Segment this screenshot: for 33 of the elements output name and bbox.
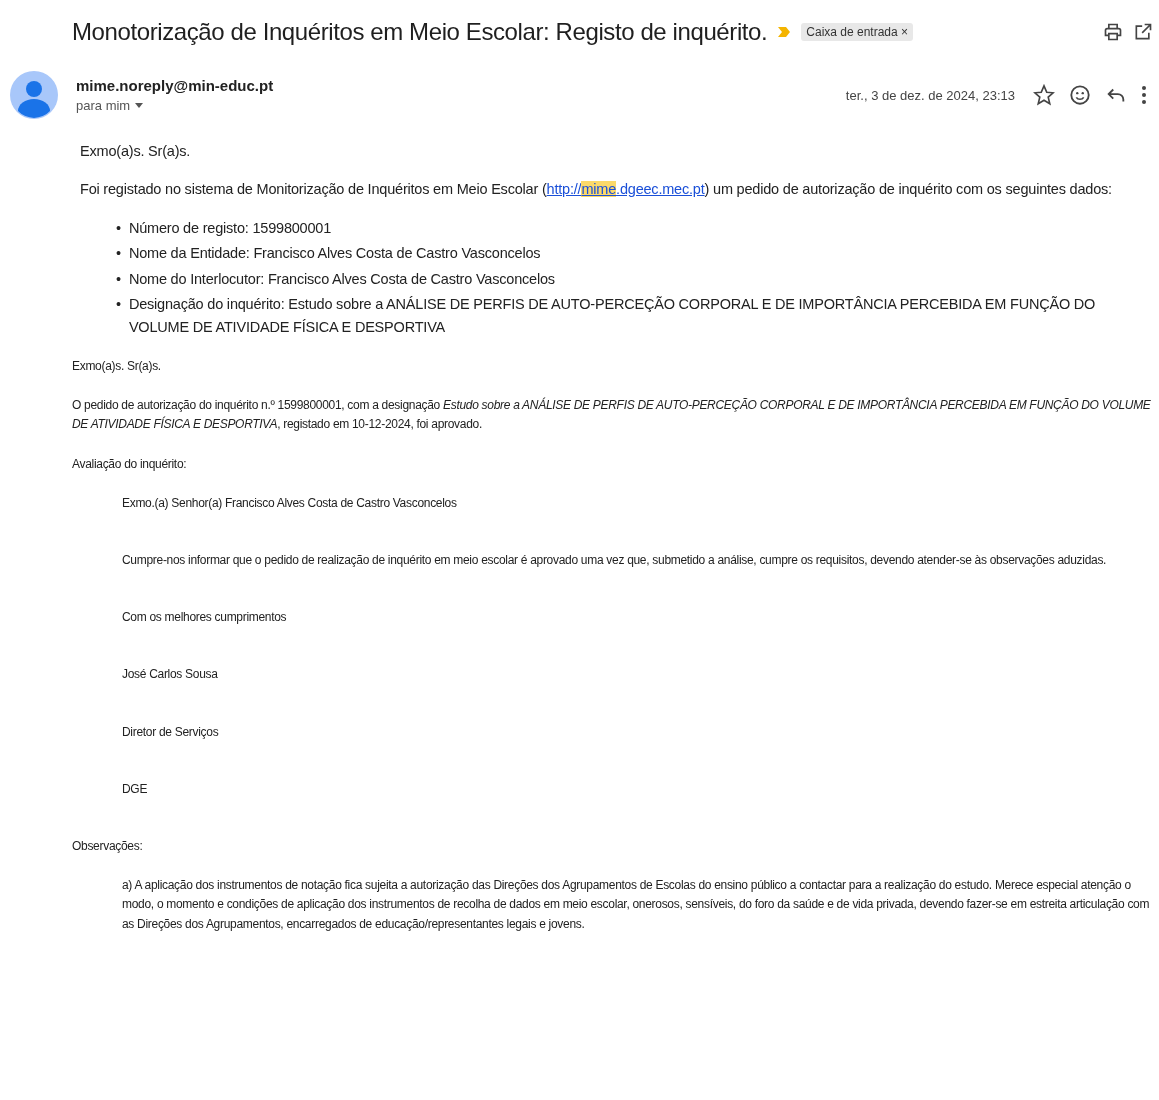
observations-heading: Observações: bbox=[72, 837, 144, 855]
open-in-new-window-icon[interactable] bbox=[1133, 22, 1153, 42]
bullet-mark: • bbox=[116, 219, 121, 239]
evaluation-heading: Avaliação do inquérito: bbox=[72, 455, 188, 473]
bullet-mark: • bbox=[116, 294, 121, 314]
evaluation-text: Com os melhores cumprimentos bbox=[121, 609, 288, 627]
print-icon[interactable] bbox=[1103, 22, 1123, 42]
avatar-icon bbox=[10, 71, 58, 119]
registration-detail: Designação do inquérito: Estudo sobre a ANÁLISE DE PERFIS DE AUTO-PERCEÇÃO CORPORAL E DE IMPORTÂNCIA PERCEBIDA EM FUNÇÃO DO VOLUME DE ATIVIDADE FÍSICA E DESPORTIVA bbox=[128, 294, 1097, 337]
registration-detail: Nome da Entidade: Francisco Alves Costa de Castro Vasconcelos bbox=[128, 244, 541, 264]
sender-email: mime.noreply@min-educ.pt bbox=[76, 77, 274, 94]
more-options-icon[interactable] bbox=[1141, 85, 1147, 105]
greeting-text: Exmo(a)s. Sr(a)s. bbox=[80, 142, 192, 161]
evaluation-text: Diretor de Serviços bbox=[121, 723, 220, 741]
registration-detail: Número de registo: 1599800001 bbox=[128, 219, 332, 239]
bullet-mark: • bbox=[116, 244, 121, 264]
greeting-text: Exmo(a)s. Sr(a)s. bbox=[72, 358, 162, 376]
email-subject: Monotorização de Inquéritos em Meio Escolar: Registo de inquérito. bbox=[72, 18, 768, 46]
emoji-icon[interactable] bbox=[1069, 84, 1091, 106]
email-date: ter., 3 de dez. de 2024, 23:13 bbox=[845, 87, 1015, 103]
bullet-mark: • bbox=[116, 269, 121, 289]
star-icon[interactable] bbox=[1033, 84, 1055, 106]
registration-detail: Nome do Interlocutor: Francisco Alves Costa de Castro Vasconcelos bbox=[128, 269, 555, 289]
importance-marker-icon[interactable] bbox=[777, 26, 792, 38]
observation-text: a) A aplicação dos instrumentos de notação fica sujeita a autorização das Direções dos Agrupamentos de Escolas do ensino público a contactar para a realização do estudo. Merece especial atenção o modo, o momento e condições de aplicação dos instrumentos de recolha de dados em meio escolar, onerosos, sensíveis, do foro da saúde e de vida privada, devendo fazer-se em estreita articulação com as Direções dos Agrupamentos, encarregados de educação/representantes legais e jovens. bbox=[121, 877, 1151, 933]
evaluation-text: José Carlos Sousa bbox=[121, 666, 219, 684]
evaluation-text: Exmo.(a) Senhor(a) Francisco Alves Costa de Castro Vasconcelos bbox=[121, 494, 458, 512]
inbox-label[interactable]: Caixa de entrada × bbox=[801, 23, 914, 41]
caret-icon bbox=[135, 102, 144, 109]
recipient-dropdown[interactable]: para mim bbox=[76, 98, 144, 113]
evaluation-text: DGE bbox=[121, 780, 149, 798]
approval-paragraph: O pedido de autorização do inquérito n.º 1599800001, com a designação Estudo sobre a ANÁLISE DE PERFIS DE AUTO-PERCEÇÃO CORPORAL E DE IMPORTÂNCIA PERCEBIDA EM FUNÇÃO DO VOLUME DE ATIVIDADE FÍSICA E DESPORTIVA, registado em 10-12-2024, foi aprovado. bbox=[72, 396, 1151, 434]
evaluation-text: Cumpre-nos informar que o pedido de realização de inquérito em meio escolar é aprovado uma vez que, submetido a análise, cumpre os requisitos, devendo atender-se às observações aduzidas. bbox=[121, 552, 1108, 569]
